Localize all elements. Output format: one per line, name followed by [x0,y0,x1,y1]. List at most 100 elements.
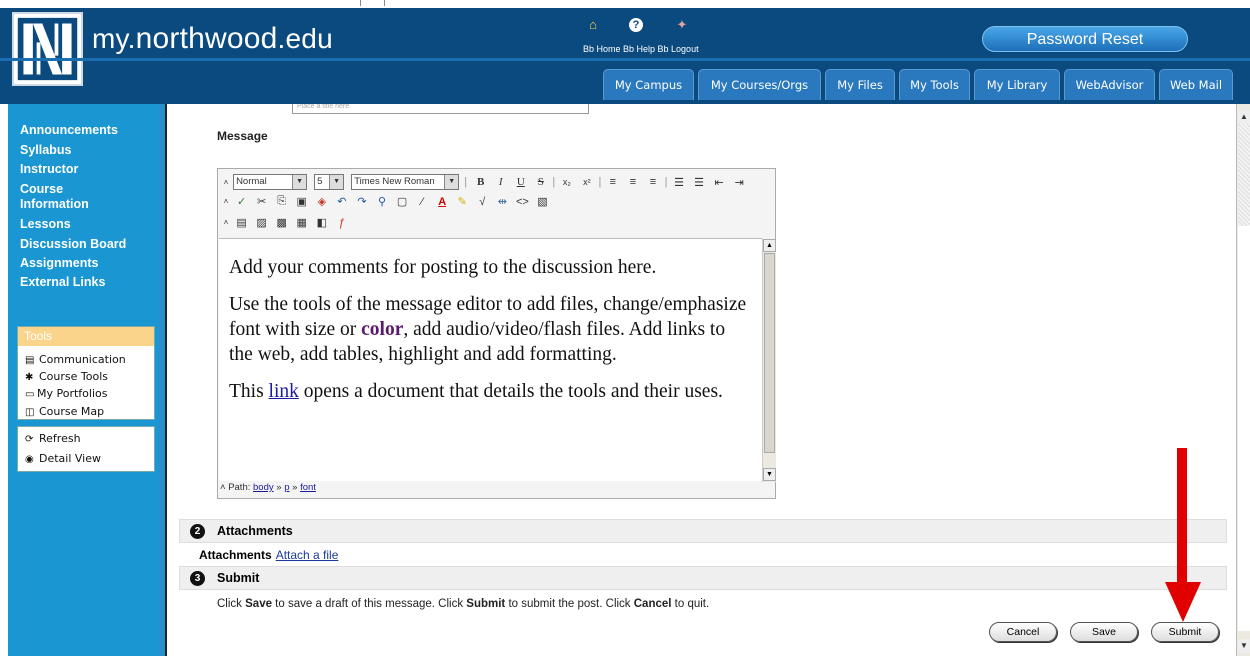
unordered-list-icon[interactable]: ☰ [691,176,708,189]
editor-scroll-down-icon[interactable]: ▼ [763,468,776,481]
format-select[interactable]: Normal [233,174,308,190]
insert-image-icon[interactable]: ▨ [253,216,270,229]
indent-icon[interactable]: ⇥ [731,176,748,189]
editor-scrollbar[interactable]: ▲ ▼ [762,239,776,482]
attach-file-link[interactable]: Attach a file [276,548,339,562]
outdent-icon[interactable]: ⇤ [711,176,728,189]
highlight-icon[interactable]: ✎ [454,195,471,208]
superscript-icon[interactable]: x² [578,177,595,187]
tab-my-library[interactable]: My Library [974,69,1060,100]
equation-icon[interactable]: √ [474,196,491,208]
page-scroll-thumb[interactable] [1238,226,1250,631]
nav-syllabus[interactable]: Syllabus [20,143,71,158]
home-icon[interactable]: ⌂ [586,18,600,32]
nav-instructor[interactable]: Instructor [20,162,78,177]
size-select[interactable]: 5 [314,174,345,190]
subject-input[interactable]: Place a title here [292,104,589,114]
cancel-button[interactable]: Cancel [989,622,1057,642]
find-replace-icon[interactable]: ◈ [313,195,330,208]
submit-instructions: Click Save to save a draft of this messa… [217,598,710,610]
map-icon: ◫ [25,407,35,418]
tool-refresh[interactable]: ⟳ Refresh [25,432,81,445]
font-select[interactable]: Times New Roman [351,174,460,190]
tab-my-campus[interactable]: My Campus [603,69,694,100]
save-button[interactable]: Save [1070,622,1138,642]
nav-assignments[interactable]: Assignments [20,256,99,271]
html-source-icon[interactable]: <> [514,196,531,208]
tab-web-mail[interactable]: Web Mail [1159,69,1233,100]
anchor-icon[interactable]: ⇹ [494,195,511,208]
align-center-icon[interactable]: ≡ [624,176,641,188]
password-reset-button[interactable]: Password Reset [982,26,1188,52]
undo-icon[interactable]: ↶ [333,195,350,208]
attachments-row: Attachments Attach a file [199,548,339,562]
page-scroll-down-icon[interactable]: ▼ [1238,639,1250,653]
header-rule [0,58,1250,61]
draw-icon[interactable]: ⁄ [414,196,431,208]
preview-icon[interactable]: ▧ [534,195,551,208]
submit-button[interactable]: Submit [1151,622,1219,642]
tool-detail-view[interactable]: ◉ Detail View [25,452,101,465]
editor-paragraph-2: Use the tools of the message editor to a… [229,294,747,365]
copy-icon[interactable]: ⎘ [273,195,290,208]
tools-panel: Tools ▤ Communication ✱ Course Tools ▭ My P… [17,326,155,420]
paste-icon[interactable]: ▣ [293,195,310,208]
editor-scroll-up-icon[interactable]: ▲ [763,239,776,252]
content-border [165,104,167,656]
nav-lessons[interactable]: Lessons [20,217,71,232]
italic-icon[interactable]: I [492,176,509,188]
path-font[interactable]: font [300,482,316,493]
tool-communication[interactable]: ▤ Communication [25,353,126,366]
bb-links-label[interactable]: Bb Home Bb Help Bb Logout [583,44,699,54]
tool-course-map[interactable]: ◫ Course Map [25,405,104,418]
site-title[interactable]: my.northwood.edu [92,22,333,56]
align-right-icon[interactable]: ≡ [645,176,662,188]
ordered-list-icon[interactable]: ☰ [671,176,688,189]
editor-paragraph-3: This link opens a document that details … [229,381,723,402]
editor-scroll-thumb[interactable] [764,253,775,453]
page-scroll-track[interactable] [1238,124,1250,226]
collapse-icon-2[interactable]: ˄ [222,197,230,206]
tab-webadvisor[interactable]: WebAdvisor [1064,69,1155,100]
page-scrollbar[interactable]: ▲ ▼ [1236,104,1250,656]
nav-external-links[interactable]: External Links [20,275,105,290]
page-scroll-up-icon[interactable]: ▲ [1238,110,1250,124]
insert-audio-icon[interactable]: ▦ [293,216,310,229]
doc-link[interactable]: link [269,381,299,402]
help-icon[interactable]: ? [629,18,643,32]
editor-content[interactable]: Add your comments for posting to the dis… [219,238,762,481]
link-icon[interactable]: ⚲ [374,195,391,208]
insert-flash-icon[interactable]: ƒ [333,217,350,229]
tab-my-tools[interactable]: My Tools [899,69,970,100]
tab-my-files[interactable]: My Files [825,69,895,100]
editor-toolbar-2: ˄ ✓ ✂ ⎘ ▣ ◈ ↶ ↷ ⚲ ▢ ⁄ A ✎ √ ⇹ <> ▧ [222,195,551,215]
bb-links[interactable]: ⌂ ? ✦ Bb Home Bb Help Bb Logout [583,18,723,58]
tool-my-portfolios[interactable]: ▭ My Portfolios [25,387,107,400]
table-icon[interactable]: ▢ [394,195,411,208]
northwood-logo[interactable] [12,12,83,86]
nav-announcements[interactable]: Announcements [20,123,118,138]
nav-discussion-board[interactable]: Discussion Board [20,237,126,252]
tool-course-tools[interactable]: ✱ Course Tools [25,370,108,383]
nav-course-information[interactable]: Course Information [20,182,120,212]
path-body[interactable]: body [253,482,274,493]
insert-media-icon[interactable]: ▩ [273,216,290,229]
tab-my-courses[interactable]: My Courses/Orgs [698,69,821,100]
spellcheck-icon[interactable]: ✓ [233,195,250,208]
attach-file-icon[interactable]: ▤ [233,216,250,229]
bold-icon[interactable]: B [472,176,489,188]
redo-icon[interactable]: ↷ [353,195,370,208]
align-left-icon[interactable]: ≡ [604,176,621,188]
insert-video-icon[interactable]: ◧ [313,216,330,229]
course-tools-icon: ✱ [25,372,34,383]
strikethrough-icon[interactable]: S [532,176,549,188]
submit-section-header: 3 Submit [179,566,1227,590]
subscript-icon[interactable]: x₂ [558,177,575,187]
collapse-icon-3[interactable]: ˄ [222,218,230,227]
path-p[interactable]: p [284,482,289,493]
collapse-icon[interactable]: ˄ [222,178,230,187]
font-color-icon[interactable]: A [434,196,451,208]
logout-icon[interactable]: ✦ [675,18,689,32]
underline-icon[interactable]: U [512,176,529,188]
cut-icon[interactable]: ✂ [253,195,270,208]
